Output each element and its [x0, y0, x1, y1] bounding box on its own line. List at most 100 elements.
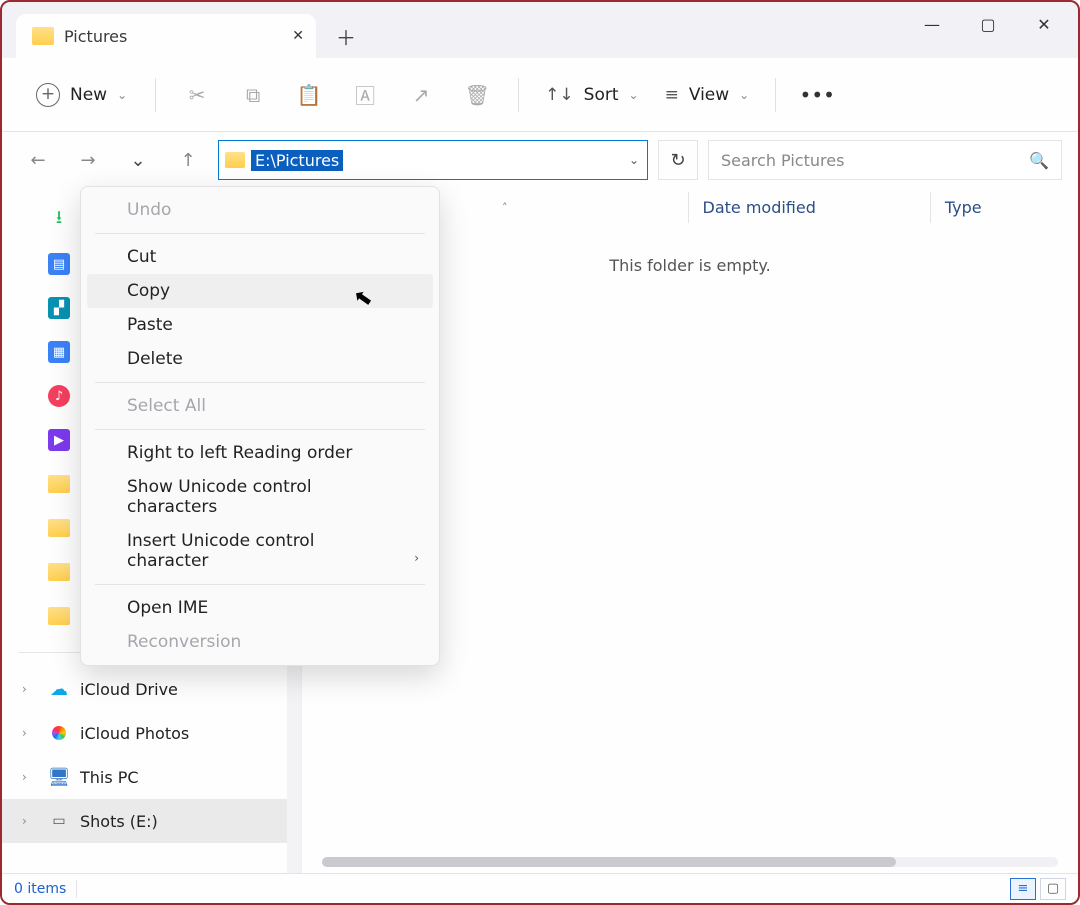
photos-icon: [48, 722, 70, 744]
address-bar[interactable]: E:\Pictures ⌄: [218, 140, 648, 180]
document-icon: ▤: [48, 253, 70, 275]
column-type[interactable]: Type: [930, 192, 996, 223]
menu-rtl[interactable]: Right to left Reading order: [87, 436, 433, 470]
sidebar-item-icloud-photos[interactable]: › iCloud Photos: [2, 711, 301, 755]
context-menu: Undo Cut Copy Paste Delete Select All Ri…: [80, 186, 440, 666]
menu-undo: Undo: [87, 193, 433, 227]
forward-button[interactable]: →: [68, 140, 108, 180]
navbar: ← → ⌄ ↑ E:\Pictures ⌄ ↻ Search Pictures …: [2, 132, 1078, 188]
sidebar-item-label: iCloud Photos: [80, 724, 189, 743]
menu-insert-unicode[interactable]: Insert Unicode control character ›: [87, 524, 433, 578]
paste-icon[interactable]: 📋: [284, 70, 334, 120]
sort-indicator-icon[interactable]: ˄: [502, 201, 508, 214]
menu-paste[interactable]: Paste: [87, 308, 433, 342]
menu-open-ime[interactable]: Open IME: [87, 591, 433, 625]
toolbar-separator: [775, 78, 776, 112]
sort-button[interactable]: ↑↓ Sort ⌄: [535, 79, 648, 111]
menu-delete[interactable]: Delete: [87, 342, 433, 376]
sidebar-item-label: Shots (E:): [80, 812, 158, 831]
address-path: E:\Pictures: [251, 150, 343, 171]
up-button[interactable]: ↑: [168, 140, 208, 180]
close-tab-button[interactable]: ✕: [292, 28, 304, 44]
tab-pictures[interactable]: Pictures ✕: [16, 14, 316, 58]
status-separator: [76, 880, 77, 898]
toolbar-separator: [155, 78, 156, 112]
folder-icon: [48, 563, 70, 581]
folder-icon: [48, 607, 70, 625]
chevron-down-icon: ⌄: [739, 88, 749, 102]
sidebar-item-shots-e[interactable]: › ▭ Shots (E:): [2, 799, 301, 843]
file-explorer-window: Pictures ✕ ＋ — ▢ ✕ + New ⌄ ✂ ⧉ 📋 🄰 ↗ 🗑 ↑…: [0, 0, 1080, 905]
menu-reconversion: Reconversion: [87, 625, 433, 659]
folder-icon: [48, 519, 70, 537]
status-items: 0 items: [14, 881, 66, 897]
download-icon: ⭳: [48, 209, 70, 231]
view-button[interactable]: ≡ View ⌄: [655, 79, 760, 111]
menu-copy[interactable]: Copy: [87, 274, 433, 308]
statusbar: 0 items ≡ ▢: [2, 873, 1078, 903]
thumbnails-view-button[interactable]: ▢: [1040, 878, 1066, 900]
search-input[interactable]: Search Pictures 🔍: [708, 140, 1062, 180]
rename-icon[interactable]: 🄰: [340, 70, 390, 120]
plus-circle-icon: +: [36, 83, 60, 107]
chevron-down-icon[interactable]: ⌄: [629, 153, 639, 167]
new-button[interactable]: + New ⌄: [24, 77, 139, 113]
chevron-down-icon: ⌄: [629, 88, 639, 102]
search-placeholder: Search Pictures: [721, 151, 844, 170]
pc-icon: 🖥: [48, 766, 70, 788]
delete-icon[interactable]: 🗑: [452, 70, 502, 120]
chevron-right-icon[interactable]: ›: [22, 814, 27, 828]
menu-show-unicode[interactable]: Show Unicode control characters: [87, 470, 433, 524]
folder-icon: [32, 27, 54, 45]
content-scrollbar[interactable]: [322, 857, 1058, 867]
picture-icon: ▞: [48, 297, 70, 319]
new-label: New: [70, 85, 107, 105]
menu-insert-unicode-label: Insert Unicode control character: [127, 531, 314, 571]
scrollbar-thumb[interactable]: [322, 857, 896, 867]
sort-icon: ↑↓: [545, 85, 574, 105]
close-window-button[interactable]: ✕: [1016, 2, 1072, 46]
chevron-right-icon[interactable]: ›: [22, 682, 27, 696]
column-date-modified[interactable]: Date modified: [688, 192, 830, 223]
toolbar: + New ⌄ ✂ ⧉ 📋 🄰 ↗ 🗑 ↑↓ Sort ⌄ ≡ View ⌄ •…: [2, 58, 1078, 132]
minimize-button[interactable]: —: [904, 2, 960, 46]
folder-icon: [48, 475, 70, 493]
menu-select-all: Select All: [87, 389, 433, 423]
menu-separator: [95, 584, 425, 585]
apps-icon: ▦: [48, 341, 70, 363]
chevron-down-icon: ⌄: [117, 88, 127, 102]
sidebar-item-label: This PC: [80, 768, 139, 787]
search-icon: 🔍: [1029, 151, 1049, 170]
view-label: View: [689, 85, 729, 105]
refresh-button[interactable]: ↻: [658, 140, 698, 180]
more-button[interactable]: •••: [792, 70, 842, 120]
share-icon[interactable]: ↗: [396, 70, 446, 120]
view-icon: ≡: [665, 85, 679, 105]
menu-separator: [95, 233, 425, 234]
titlebar: Pictures ✕ ＋ — ▢ ✕: [2, 2, 1078, 58]
video-icon: ▶: [48, 429, 70, 451]
chevron-right-icon: ›: [414, 551, 419, 565]
toolbar-separator: [518, 78, 519, 112]
cloud-icon: ☁: [48, 678, 70, 700]
window-controls: — ▢ ✕: [904, 2, 1072, 46]
menu-cut[interactable]: Cut: [87, 240, 433, 274]
menu-separator: [95, 429, 425, 430]
tab-title: Pictures: [64, 27, 127, 46]
new-tab-button[interactable]: ＋: [326, 14, 366, 58]
sidebar-item-label: iCloud Drive: [80, 680, 178, 699]
back-button[interactable]: ←: [18, 140, 58, 180]
drive-icon: ▭: [48, 810, 70, 832]
folder-icon: [225, 152, 245, 168]
sidebar-item-icloud-drive[interactable]: › ☁ iCloud Drive: [2, 667, 301, 711]
maximize-button[interactable]: ▢: [960, 2, 1016, 46]
sidebar-item-this-pc[interactable]: › 🖥 This PC: [2, 755, 301, 799]
copy-icon[interactable]: ⧉: [228, 70, 278, 120]
recent-button[interactable]: ⌄: [118, 140, 158, 180]
cut-icon[interactable]: ✂: [172, 70, 222, 120]
chevron-right-icon[interactable]: ›: [22, 726, 27, 740]
details-view-button[interactable]: ≡: [1010, 878, 1036, 900]
chevron-right-icon[interactable]: ›: [22, 770, 27, 784]
music-icon: ♪: [48, 385, 70, 407]
menu-separator: [95, 382, 425, 383]
